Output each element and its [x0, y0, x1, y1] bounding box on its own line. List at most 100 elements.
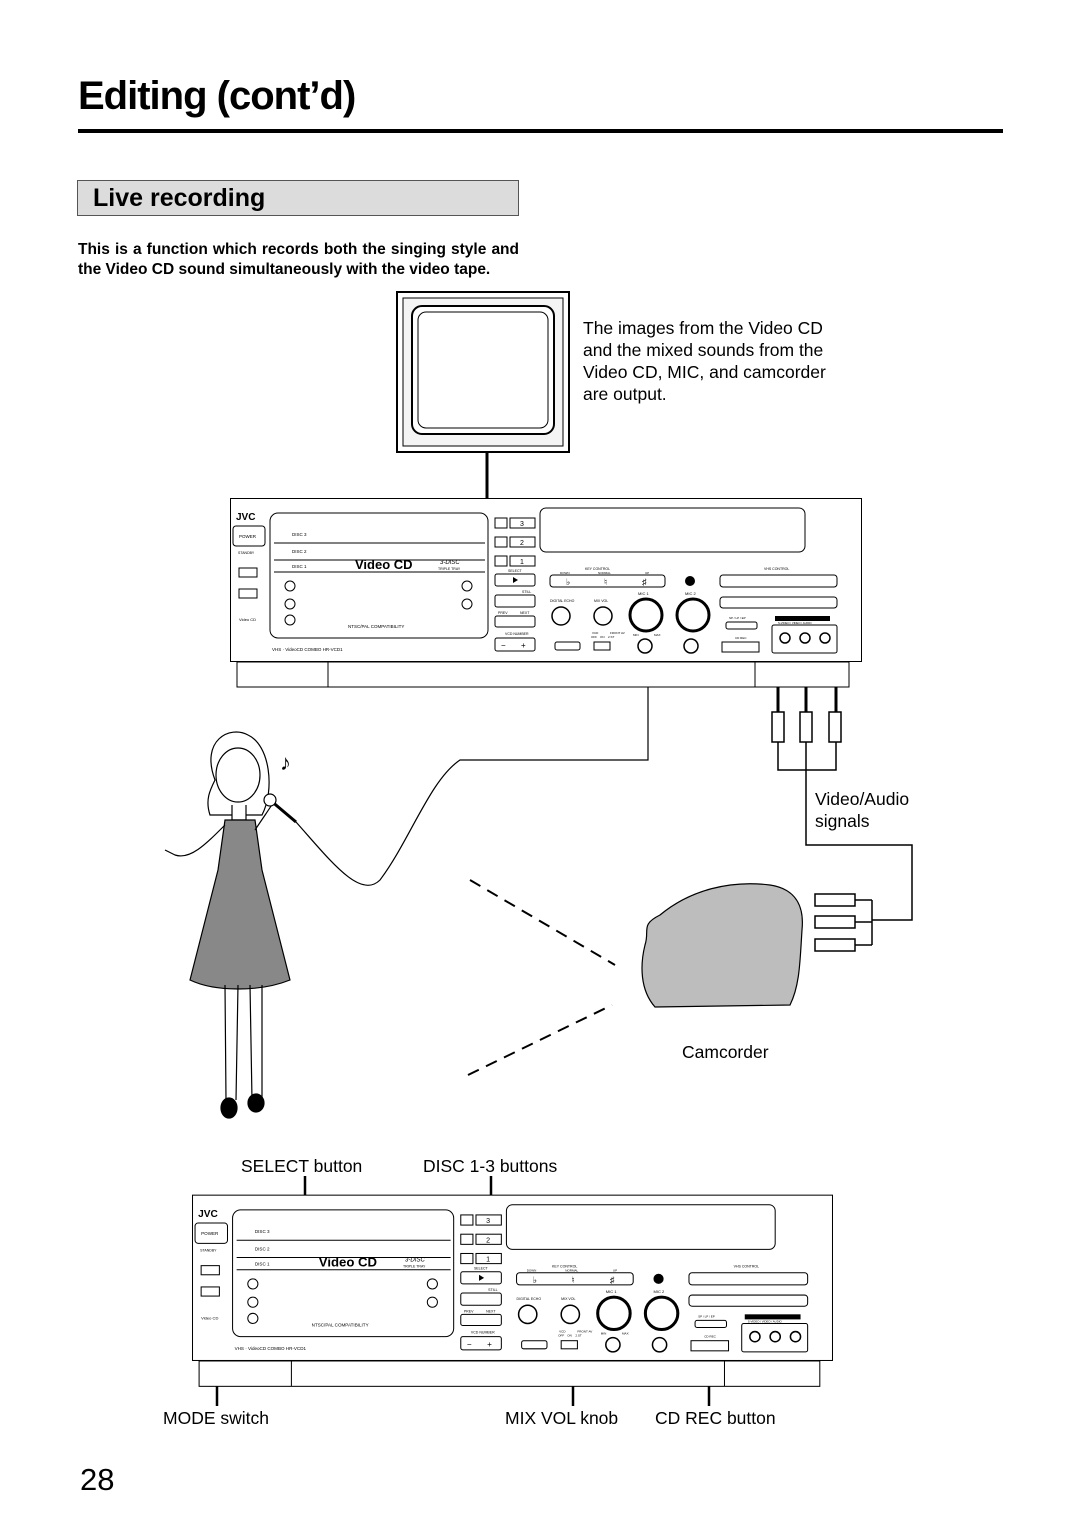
svg-text:UP: UP [613, 1269, 617, 1273]
cd-rec-button[interactable] [690, 1340, 730, 1352]
sp-lp-ep-button[interactable] [725, 621, 758, 630]
mic1-jack [637, 638, 653, 654]
mix-vol-knob[interactable] [560, 1304, 581, 1325]
svg-text:♮: ♮ [604, 577, 607, 587]
svg-text:VHS CONTROL: VHS CONTROL [764, 567, 789, 571]
svg-text:MIC 1: MIC 1 [638, 591, 649, 596]
svg-text:VHS CONTROL: VHS CONTROL [734, 1265, 760, 1269]
standby-label: STANDBY [200, 1248, 217, 1252]
svg-text:2.ST: 2.ST [575, 1334, 582, 1338]
svg-text:SELECT: SELECT [508, 569, 522, 573]
standby-label: STANDBY [238, 551, 255, 555]
videocd-logo: Video CD [239, 617, 256, 622]
mode-switch[interactable] [560, 1340, 578, 1350]
digital-echo-knob[interactable] [551, 606, 571, 626]
svg-text:♭: ♭ [566, 577, 570, 587]
mode-switch-karaoke[interactable] [200, 1265, 220, 1276]
digital-echo-switch[interactable] [521, 1340, 548, 1350]
videocd-title: Video CD [355, 557, 413, 572]
svg-text:SP / LP / EP: SP / LP / EP [698, 1314, 715, 1318]
vhs-record-buttons[interactable] [719, 596, 838, 609]
disc-eject-buttons[interactable]: 3 2 1 [494, 517, 536, 567]
svg-text:VCD NUMBER: VCD NUMBER [471, 1331, 495, 1335]
vcr-display [539, 507, 806, 553]
disc3-label: DISC 3 [292, 532, 307, 537]
power-button[interactable]: POWER [194, 1222, 229, 1244]
svg-text:3: 3 [486, 1217, 490, 1225]
svg-text:3-DISC: 3-DISC [440, 560, 460, 566]
vhs-control-buttons[interactable] [719, 574, 838, 588]
svg-text:OFF: OFF [558, 1334, 564, 1338]
prev-next-button[interactable] [460, 1313, 502, 1326]
sp-lp-ep-button[interactable] [694, 1319, 728, 1329]
svg-text:2: 2 [520, 540, 524, 547]
mode-switch-karaoke[interactable] [238, 567, 258, 578]
svg-text:3-DISC: 3-DISC [405, 1257, 426, 1264]
stop-still-button[interactable] [494, 594, 536, 608]
vhs-record-buttons[interactable] [688, 1294, 809, 1307]
pal-ntsc-switch[interactable] [238, 588, 258, 599]
power-button[interactable]: POWER [232, 525, 266, 547]
svg-text:POWER: POWER [201, 1231, 219, 1236]
svg-text:MIC 1: MIC 1 [606, 1289, 618, 1294]
svg-text:1: 1 [520, 559, 524, 566]
svg-text:+: + [487, 1340, 492, 1349]
svg-text:CD REC: CD REC [704, 1335, 716, 1339]
cd-rec-button[interactable] [721, 641, 760, 653]
videocd-logo: Video CD [201, 1315, 218, 1320]
mic2-knob[interactable] [643, 1295, 680, 1332]
svg-text:SP / LP / EP: SP / LP / EP [729, 616, 746, 620]
disc3-label: DISC 3 [255, 1229, 270, 1234]
mix-vol-knob[interactable] [593, 606, 613, 626]
svg-text:−: − [467, 1340, 472, 1349]
vhs-control-buttons[interactable] [688, 1272, 809, 1286]
mic1-knob[interactable] [628, 597, 664, 633]
svg-text:MIN: MIN [601, 1332, 607, 1336]
svg-text:PREV: PREV [498, 611, 508, 615]
disc1-label: DISC 1 [292, 564, 307, 569]
svg-text:MIC 2: MIC 2 [653, 1289, 665, 1294]
prev-next-button[interactable] [494, 615, 536, 628]
digital-echo-knob[interactable] [517, 1304, 538, 1325]
mic1-knob[interactable] [596, 1295, 632, 1332]
disc2-label: DISC 2 [292, 549, 307, 554]
pal-ntsc-switch[interactable] [200, 1286, 220, 1297]
mic1-jack [605, 1336, 621, 1353]
svg-text:PREV: PREV [464, 1309, 474, 1313]
svg-text:NEXT: NEXT [520, 611, 530, 615]
svg-text:DOWN: DOWN [560, 571, 570, 575]
tv-illustration [396, 291, 570, 498]
model-label: VHS · VideoCD COMBO HR-VCD1 [272, 647, 343, 652]
singer-illustration: ♪ [164, 731, 297, 1119]
svg-text:MIN: MIN [633, 633, 639, 637]
ntsc-pal-label: NTSC/PAL COMPATIBILITY [312, 1322, 369, 1327]
svg-text:MAX: MAX [654, 633, 661, 637]
svg-text:NEXT: NEXT [486, 1309, 496, 1313]
svg-text:ON: ON [600, 635, 605, 639]
vcr-device-panel: JVC POWER STANDBY Video CD DISC 3 DISC 2… [230, 498, 862, 688]
stop-still-button[interactable] [460, 1292, 502, 1306]
svg-text:MIX VOL: MIX VOL [594, 599, 608, 603]
svg-text:CD REC: CD REC [735, 636, 747, 640]
svg-text:STILL: STILL [488, 1288, 497, 1292]
svg-text:POWER: POWER [239, 534, 257, 539]
mode-switch[interactable] [593, 641, 611, 651]
svg-text:VCD NUMBER: VCD NUMBER [505, 632, 529, 636]
svg-text:STILL: STILL [522, 590, 531, 594]
svg-text:SELECT: SELECT [474, 1267, 489, 1271]
disc1-label: DISC 1 [255, 1262, 270, 1267]
ntsc-pal-label: NTSC/PAL COMPATIBILITY [348, 624, 404, 629]
svg-text:♪: ♪ [280, 750, 291, 775]
svg-text:MIC 2: MIC 2 [685, 591, 696, 596]
svg-text:DIGITAL ECHO: DIGITAL ECHO [550, 599, 575, 603]
mic2-knob[interactable] [675, 597, 711, 633]
svg-text:2.ST: 2.ST [608, 635, 615, 639]
svg-text:♭: ♭ [533, 1275, 537, 1285]
disc-eject-buttons[interactable]: 3 2 1 [460, 1214, 502, 1265]
svg-text:S-VIDEO / VIDEO / AUDIO: S-VIDEO / VIDEO / AUDIO [778, 621, 812, 625]
digital-echo-switch[interactable] [554, 641, 581, 651]
disc2-label: DISC 2 [255, 1246, 270, 1251]
svg-text:−: − [501, 641, 506, 650]
svg-text:S-VIDEO / VIDEO / AUDIO: S-VIDEO / VIDEO / AUDIO [748, 1319, 783, 1323]
svg-text:NORMAL: NORMAL [565, 1269, 578, 1273]
